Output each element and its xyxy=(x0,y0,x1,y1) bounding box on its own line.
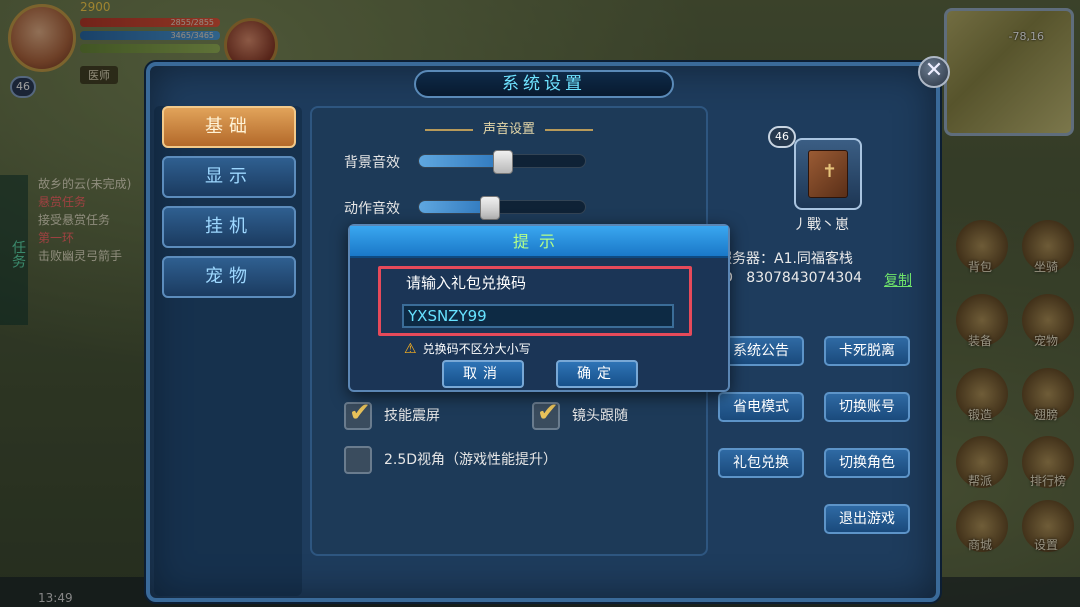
dialog-title: 提示 xyxy=(350,226,728,258)
view-25d-checkbox[interactable] xyxy=(344,446,372,474)
redeem-prompt-label: 请输入礼包兑换码 xyxy=(406,274,527,292)
view-25d-option[interactable]: 2.5D视角（游戏性能提升） xyxy=(344,446,557,474)
tab-auto-battle[interactable]: 挂机 xyxy=(162,206,296,248)
character-level-badge: 46 xyxy=(768,126,796,148)
camera-follow-checkbox[interactable] xyxy=(532,398,560,430)
redeem-code-input[interactable] xyxy=(402,304,674,328)
screen-shake-option[interactable]: 技能震屏 xyxy=(344,398,440,430)
account-panel: 46 丿戰丶崽 服务器：A1.同福客栈 ID 8307843074304 复制 … xyxy=(710,106,932,556)
gift-redeem-button[interactable]: 礼包兑换 xyxy=(718,448,804,478)
copy-id-link[interactable]: 复制 xyxy=(884,270,912,290)
tab-basic[interactable]: 基础 xyxy=(162,106,296,148)
bgm-slider-fill xyxy=(419,155,502,167)
tab-pet[interactable]: 宠物 xyxy=(162,256,296,298)
switch-role-button[interactable]: 切换角色 xyxy=(824,448,910,478)
player-id: ID 8307843074304 xyxy=(718,270,862,286)
sound-section-title: 声音设置 xyxy=(312,118,706,137)
camera-follow-label: 镜头跟随 xyxy=(572,408,628,424)
sfx-slider[interactable] xyxy=(418,196,586,220)
screen-shake-label: 技能震屏 xyxy=(384,408,440,424)
bgm-label: 背景音效 xyxy=(344,155,400,171)
tab-display[interactable]: 显示 xyxy=(162,156,296,198)
character-name: 丿戰丶崽 xyxy=(793,217,849,233)
case-insensitive-note: ⚠ 兑换码不区分大小写 xyxy=(404,340,531,357)
warning-icon: ⚠ xyxy=(404,341,417,357)
bible-icon xyxy=(808,150,848,198)
screen-shake-checkbox[interactable] xyxy=(344,398,372,430)
switch-account-button[interactable]: 切换账号 xyxy=(824,392,910,422)
case-insensitive-text: 兑换码不区分大小写 xyxy=(422,342,531,356)
bgm-slider[interactable] xyxy=(418,150,586,174)
camera-follow-option[interactable]: 镜头跟随 xyxy=(532,398,628,430)
bgm-slider-handle[interactable] xyxy=(493,150,513,174)
sfx-slider-fill xyxy=(419,201,489,213)
close-button[interactable]: ✕ xyxy=(918,56,950,88)
redeem-code-dialog: 提示 请输入礼包兑换码 ⚠ 兑换码不区分大小写 取消 确定 xyxy=(348,224,730,392)
confirm-button[interactable]: 确定 xyxy=(556,360,638,388)
sfx-slider-handle[interactable] xyxy=(480,196,500,220)
sfx-label: 动作音效 xyxy=(344,201,400,217)
settings-title: 系统设置 xyxy=(414,70,674,98)
character-avatar xyxy=(794,138,862,210)
exit-game-button[interactable]: 退出游戏 xyxy=(824,504,910,534)
system-notice-button[interactable]: 系统公告 xyxy=(718,336,804,366)
cancel-button[interactable]: 取消 xyxy=(442,360,524,388)
player-id-value: 8307843074304 xyxy=(746,270,863,286)
view-25d-label: 2.5D视角（游戏性能提升） xyxy=(384,452,558,468)
power-save-button[interactable]: 省电模式 xyxy=(718,392,804,422)
server-name: 服务器：A1.同福客栈 xyxy=(718,251,853,267)
unstuck-button[interactable]: 卡死脱离 xyxy=(824,336,910,366)
